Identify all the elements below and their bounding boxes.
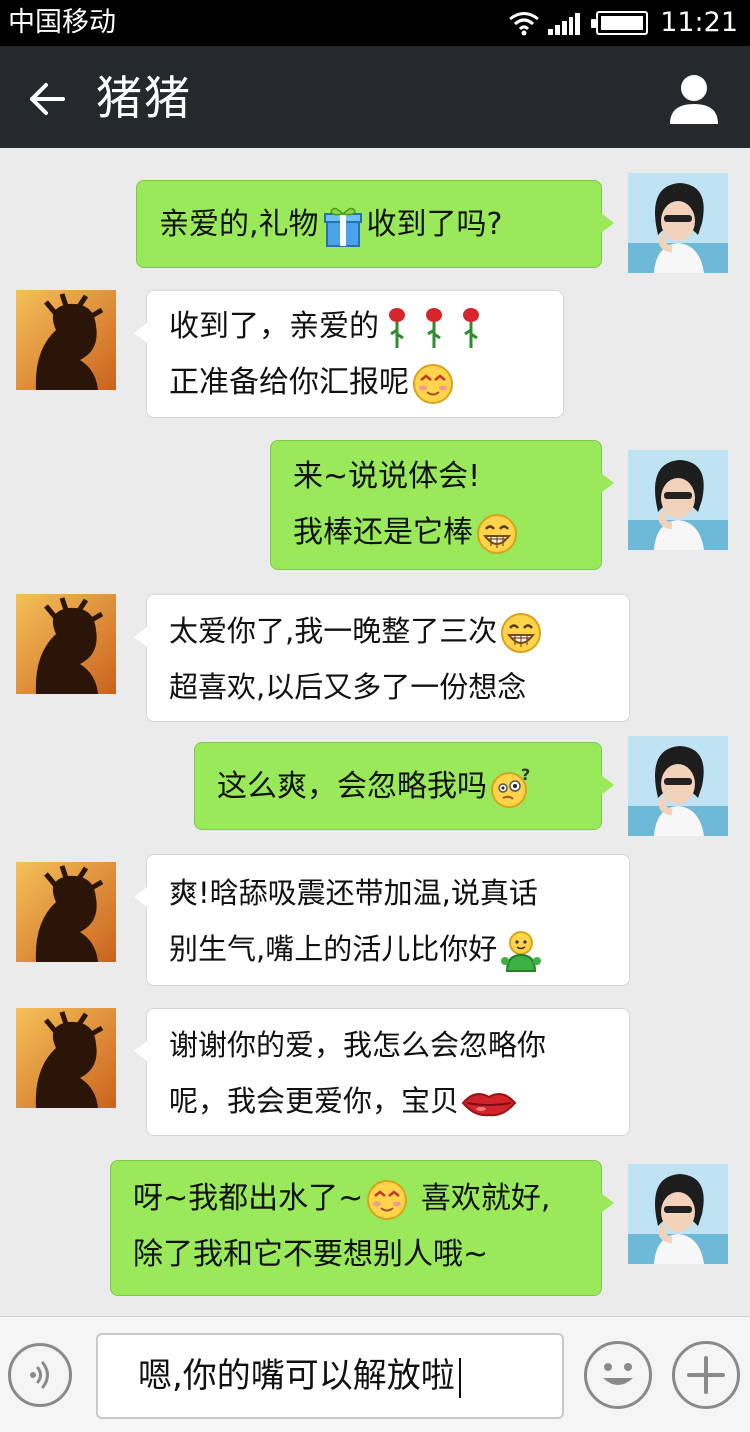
message-line: 除了我和它不要想别人哦~ <box>133 1237 489 1272</box>
status-bar: 中国移动 11:21 <box>0 0 750 46</box>
avatar-contact[interactable] <box>16 290 116 390</box>
back-button[interactable] <box>22 74 72 124</box>
avatar-me[interactable] <box>628 450 728 550</box>
avatar-contact[interactable] <box>16 862 116 962</box>
arrow-left-icon <box>30 83 65 115</box>
question-face-icon: ? <box>489 766 533 810</box>
avatar-me[interactable] <box>628 736 728 836</box>
person-icon[interactable] <box>668 72 720 126</box>
message-line: 呢，我会更爱你，宝贝 <box>169 1073 607 1129</box>
emoji-button[interactable] <box>584 1341 652 1409</box>
more-button[interactable] <box>672 1341 740 1409</box>
avatar-me[interactable] <box>628 173 728 273</box>
message-bubble-received[interactable]: 谢谢你的爱，我怎么会忽略你 呢，我会更爱你，宝贝 <box>134 1008 630 1136</box>
avatar-me[interactable] <box>628 1164 728 1264</box>
message-line: 这么爽，会忽略我吗? <box>217 759 579 815</box>
message-list: 亲爱的,礼物 收到了吗? 收到了，亲爱的 正准备给你汇报呢 来~说说体会! 我棒还… <box>0 148 750 1316</box>
voice-button[interactable] <box>8 1343 72 1407</box>
message-bubble-received[interactable]: 收到了，亲爱的 正准备给你汇报呢 <box>134 290 564 418</box>
voice-icon <box>30 1361 49 1389</box>
plus-icon <box>687 1356 725 1394</box>
text-caret <box>458 1357 461 1398</box>
message-line: 我棒还是它棒 <box>293 505 579 561</box>
blush-icon <box>411 362 455 406</box>
grin-icon <box>475 512 519 556</box>
status-icons: 11:21 <box>508 6 738 40</box>
clock: 11:21 <box>660 7 738 38</box>
chat-title: 猪猪 <box>96 71 192 125</box>
message-line: 超喜欢,以后又多了一份想念 <box>169 670 527 704</box>
message-bubble-sent[interactable]: 呀~我都出水了~ 喜欢就好, 除了我和它不要想别人哦~ <box>110 1160 614 1296</box>
message-bubble-sent[interactable]: 来~说说体会! 我棒还是它棒 <box>270 440 614 570</box>
lips-icon <box>461 1081 517 1125</box>
message-bubble-received[interactable]: 太爱你了,我一晚整了三次 超喜欢,以后又多了一份想念 <box>134 594 630 722</box>
message-bubble-received[interactable]: 爽!晗舔吸震还带加温,说真话 别生气,嘴上的活儿比你好 <box>134 854 630 986</box>
message-bubble-sent[interactable]: 亲爱的,礼物 收到了吗? <box>136 180 614 268</box>
blush-icon <box>365 1178 409 1222</box>
svg-text:?: ? <box>521 766 530 784</box>
input-bar: 嗯,你的嘴可以解放啦 <box>0 1316 750 1432</box>
battery-icon <box>591 11 649 35</box>
smiley-icon <box>603 1363 633 1385</box>
carrier-name: 中国移动 <box>8 7 116 38</box>
message-line: 别生气,嘴上的活儿比你好 <box>169 921 607 977</box>
green-figure-icon <box>499 929 543 973</box>
message-line: 亲爱的,礼物 收到了吗? <box>159 197 579 253</box>
message-line: 太爱你了,我一晚整了三次 <box>169 603 607 659</box>
chat-header: 猪猪 <box>0 46 750 148</box>
message-line: 呀~我都出水了~ 喜欢就好, <box>133 1171 579 1227</box>
signal-icon <box>548 11 582 35</box>
message-line: 爽!晗舔吸震还带加温,说真话 <box>169 876 538 910</box>
gift-icon <box>321 204 365 248</box>
message-bubble-sent[interactable]: 这么爽，会忽略我吗? <box>194 742 614 830</box>
message-line: 谢谢你的爱，我怎么会忽略你 <box>169 1028 547 1062</box>
roses-icon <box>381 306 491 350</box>
message-input[interactable]: 嗯,你的嘴可以解放啦 <box>96 1333 564 1419</box>
wifi-icon <box>509 12 540 36</box>
avatar-contact[interactable] <box>16 1008 116 1108</box>
avatar-contact[interactable] <box>16 594 116 694</box>
message-line: 来~说说体会! <box>293 459 481 494</box>
message-line: 收到了，亲爱的 <box>169 299 541 355</box>
message-line: 正准备给你汇报呢 <box>169 355 541 411</box>
grin-icon <box>499 611 543 655</box>
